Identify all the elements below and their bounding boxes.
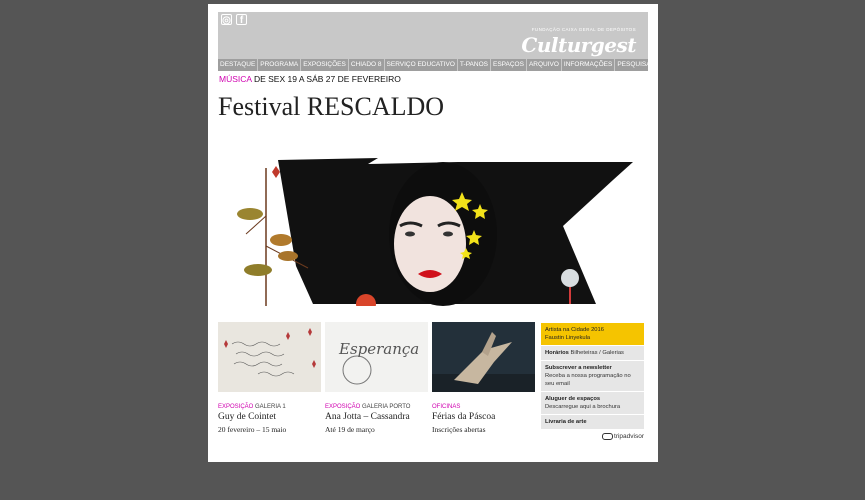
sidebar-item-title: Subscrever a newsletter [545, 365, 612, 371]
card-title[interactable]: Guy de Cointet [218, 412, 321, 422]
nav-informacoes[interactable]: INFORMAÇÕES [562, 59, 616, 71]
event-title[interactable]: Festival RESCALDO [218, 92, 444, 122]
card-meta: EXPOSIÇÃO GALERIA PORTO [325, 404, 428, 410]
hero-image[interactable] [218, 156, 643, 306]
sidebar-item-text: Descarregue aqui a brochura [545, 404, 621, 410]
page: ◎ f FUNDAÇÃO CAIXA GERAL DE DEPÓSITOS Cu… [208, 4, 658, 462]
sidebar-livraria[interactable]: Livraria de arte [541, 415, 644, 430]
sidebar-item-title: Artista na Cidade 2016 [545, 327, 604, 333]
nav-programa[interactable]: PROGRAMA [258, 59, 302, 71]
card-thumbnail[interactable]: Esperança [325, 322, 428, 392]
tagline: FUNDAÇÃO CAIXA GERAL DE DEPÓSITOS [531, 27, 636, 32]
site-header: ◎ f FUNDAÇÃO CAIXA GERAL DE DEPÓSITOS Cu… [218, 12, 648, 59]
card-category[interactable]: OFICINAS [432, 404, 460, 410]
card-category[interactable]: EXPOSIÇÃO [325, 404, 360, 410]
sidebar-item-text: Receba a nossa programação no seu email [545, 373, 631, 387]
nav-pesquisar[interactable]: PESQUISAR [615, 59, 648, 71]
nav-espacos[interactable]: ESPAÇOS [491, 59, 527, 71]
card-meta: OFICINAS [432, 404, 535, 410]
sidebar-item-text: Faustin Linyekula [545, 335, 591, 341]
event-dates: DE SEX 19 A SÁB 27 DE FEVEREIRO [251, 74, 401, 84]
card-category[interactable]: EXPOSIÇÃO [218, 404, 253, 410]
tripadvisor-owl-icon [602, 433, 614, 440]
sidebar-item-title: Aluguer de espaços [545, 396, 601, 402]
sidebar-newsletter[interactable]: Subscrever a newsletter Receba a nossa p… [541, 361, 644, 392]
card-thumb-text: Esperança [338, 340, 419, 358]
tripadvisor-link[interactable]: tripadvisor [541, 433, 644, 440]
card-title[interactable]: Ana Jotta – Cassandra [325, 412, 428, 422]
card-title[interactable]: Férias da Páscoa [432, 412, 535, 422]
card-meta: EXPOSIÇÃO GALERIA 1 [218, 404, 321, 410]
card-guy-de-cointet[interactable]: EXPOSIÇÃO GALERIA 1 Guy de Cointet 20 fe… [218, 322, 321, 434]
card-thumbnail[interactable] [218, 322, 321, 392]
instagram-icon[interactable]: ◎ [221, 14, 232, 26]
card-ana-jotta[interactable]: Esperança EXPOSIÇÃO GALERIA PORTO Ana Jo… [325, 322, 428, 434]
sidebar-item-text: Bilheteiras / Galerias [568, 350, 624, 356]
sidebar-item-title: Horários [545, 350, 569, 356]
card-subtitle: 20 fevereiro – 15 maio [218, 425, 287, 434]
sidebar-aluguer-espacos[interactable]: Aluguer de espaços Descarregue aqui a br… [541, 392, 644, 415]
social-links: ◎ f [221, 14, 247, 26]
event-meta: MÚSICA DE SEX 19 A SÁB 27 DE FEVEREIRO [219, 74, 401, 84]
main-nav: DESTAQUE PROGRAMA EXPOSIÇÕES CHIADO 8 SE… [218, 59, 648, 71]
sidebar-horarios[interactable]: Horários Bilheteiras / Galerias [541, 346, 644, 361]
sidebar-artista-na-cidade[interactable]: Artista na Cidade 2016 Faustin Linyekula [541, 323, 644, 346]
facebook-icon[interactable]: f [236, 14, 247, 26]
card-ferias-pascoa[interactable]: OFICINAS Férias da Páscoa Inscrições abe… [432, 322, 535, 434]
sidebar-item-title: Livraria de arte [545, 419, 587, 425]
tripadvisor-label: tripadvisor [614, 433, 644, 441]
sidebar: Artista na Cidade 2016 Faustin Linyekula… [541, 323, 644, 440]
event-category[interactable]: MÚSICA [219, 74, 252, 84]
card-venue: GALERIA 1 [253, 404, 286, 410]
nav-arquivo[interactable]: ARQUIVO [527, 59, 562, 71]
nav-servico-educativo[interactable]: SERVIÇO EDUCATIVO [385, 59, 458, 71]
site-logo[interactable]: Culturgest [521, 33, 636, 57]
card-venue: GALERIA PORTO [360, 404, 411, 410]
nav-destaque[interactable]: DESTAQUE [218, 59, 259, 71]
card-subtitle: Até 19 de março [325, 425, 375, 434]
nav-t-panos[interactable]: T-PANOS [458, 59, 491, 71]
card-subtitle: Inscrições abertas [432, 425, 486, 434]
nav-exposicoes[interactable]: EXPOSIÇÕES [301, 59, 349, 71]
nav-chiado-8[interactable]: CHIADO 8 [349, 59, 385, 71]
card-thumbnail[interactable] [432, 322, 535, 392]
